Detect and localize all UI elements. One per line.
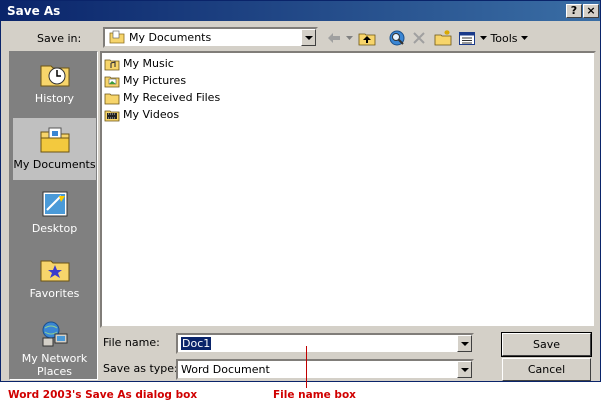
- save-as-dialog: Save As ? × Save in: My Documents Tools …: [0, 0, 601, 382]
- folder-up-icon: [358, 33, 376, 45]
- file-list[interactable]: My Music My Pictures My Received Files M…: [100, 51, 596, 328]
- views-icon: [459, 31, 475, 45]
- file-name-input[interactable]: Doc1: [176, 333, 474, 354]
- save-button[interactable]: Save: [501, 332, 592, 357]
- title-bar[interactable]: Save As ? ×: [1, 1, 600, 21]
- chevron-down-icon[interactable]: [301, 29, 316, 46]
- places-desktop-label: Desktop: [31, 222, 78, 235]
- file-name-box-caption: File name box: [273, 389, 356, 401]
- places-my-documents-label: My Documents: [13, 158, 96, 171]
- folder-icon: [104, 93, 120, 104]
- help-button[interactable]: ?: [566, 4, 582, 18]
- up-one-level-button[interactable]: [356, 27, 378, 49]
- places-bar: History My Documents Desktop Favorites M…: [9, 51, 98, 380]
- annotation-leader-line: [306, 346, 307, 388]
- small-chevron-down-icon: [479, 36, 487, 40]
- tools-label: Tools: [490, 31, 518, 45]
- delete-icon: [413, 32, 425, 44]
- small-chevron-down-icon: [345, 36, 353, 40]
- places-my-network-places[interactable]: My Network Places: [12, 312, 97, 378]
- save-as-type-value: Word Document: [181, 363, 270, 376]
- list-item[interactable]: My Music: [104, 55, 174, 72]
- tools-menu-button[interactable]: Tools: [489, 27, 529, 49]
- save-as-type-dropdown[interactable]: Word Document: [176, 359, 474, 380]
- back-dropdown[interactable]: [344, 27, 354, 49]
- search-web-button[interactable]: [386, 27, 408, 49]
- music-folder-icon: [104, 59, 120, 70]
- places-history-label: History: [34, 92, 75, 105]
- save-in-label: Save in:: [37, 32, 82, 45]
- pictures-folder-icon: [104, 76, 120, 87]
- small-chevron-down-icon: [520, 36, 528, 40]
- file-name: My Music: [123, 57, 174, 70]
- close-button[interactable]: ×: [583, 4, 599, 18]
- videos-folder-icon: [104, 110, 120, 121]
- file-name: My Videos: [123, 108, 180, 121]
- history-icon: [40, 65, 69, 87]
- dialog-caption: Word 2003's Save As dialog box: [8, 389, 198, 401]
- cancel-button[interactable]: Cancel: [502, 358, 591, 381]
- chevron-down-icon[interactable]: [457, 361, 472, 378]
- back-button[interactable]: [324, 27, 344, 49]
- file-name-label: File name:: [103, 336, 160, 349]
- list-item[interactable]: My Received Files: [104, 89, 220, 106]
- places-favorites[interactable]: Favorites: [12, 247, 97, 311]
- back-arrow-icon: [328, 33, 340, 43]
- new-folder-icon: [434, 30, 452, 46]
- list-item[interactable]: My Videos: [104, 106, 179, 123]
- file-name-value: Doc1: [181, 337, 212, 350]
- favorites-icon: [40, 260, 69, 282]
- my-documents-icon: [40, 127, 69, 153]
- save-in-value: My Documents: [129, 31, 212, 44]
- views-button[interactable]: [456, 27, 478, 49]
- places-history[interactable]: History: [12, 52, 97, 116]
- save-in-dropdown[interactable]: My Documents: [103, 27, 318, 48]
- network-places-icon: [42, 321, 67, 347]
- file-name: My Pictures: [123, 74, 187, 87]
- places-my-documents[interactable]: My Documents: [12, 117, 97, 181]
- views-dropdown[interactable]: [478, 27, 488, 49]
- desktop-icon: [42, 191, 67, 217]
- delete-button[interactable]: [409, 27, 429, 49]
- places-desktop[interactable]: Desktop: [12, 182, 97, 246]
- chevron-down-icon[interactable]: [457, 335, 472, 352]
- places-favorites-label: Favorites: [29, 287, 80, 300]
- search-web-icon: [389, 30, 405, 46]
- list-item[interactable]: My Pictures: [104, 72, 186, 89]
- places-my-network-places-label: My Network Places: [21, 352, 88, 378]
- save-as-type-label: Save as type:: [103, 362, 178, 375]
- dialog-title: Save As: [7, 4, 61, 18]
- file-name: My Received Files: [123, 91, 221, 104]
- my-documents-small-icon: [109, 30, 125, 44]
- new-folder-button[interactable]: [432, 27, 454, 49]
